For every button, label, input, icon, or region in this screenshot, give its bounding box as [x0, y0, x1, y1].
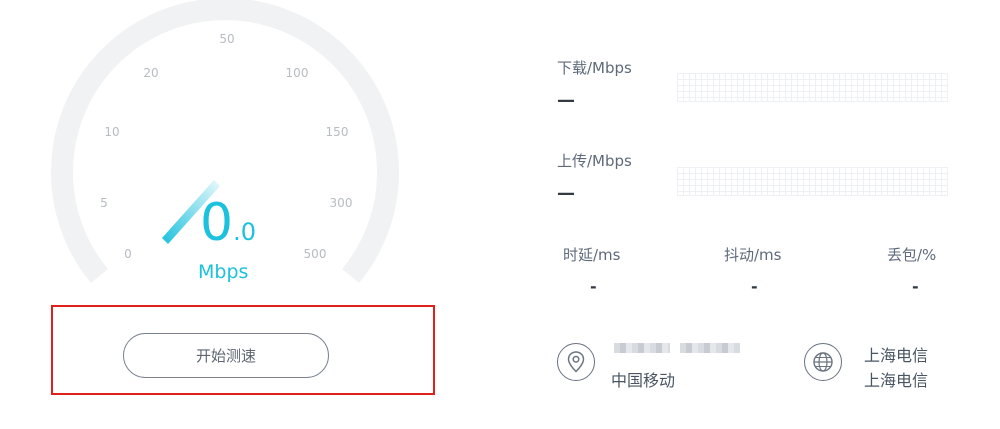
gauge-tick-label: 20 — [143, 66, 158, 80]
packet-loss-label: 丢包/% — [887, 246, 937, 264]
gauge-tick-label: 5 — [100, 196, 108, 210]
client-ip-redacted-1 — [614, 343, 670, 353]
start-test-button[interactable]: 开始测速 — [123, 333, 329, 378]
download-label: 下载/Mbps — [557, 59, 632, 77]
gauge-tick-label: 150 — [326, 125, 349, 139]
gauge-tick-label: 300 — [330, 196, 353, 210]
client-ip-redacted-2 — [680, 343, 740, 353]
gauge-tick-label: 0 — [124, 247, 132, 261]
speed-decimal: .0 — [233, 218, 256, 246]
client-isp: 中国移动 — [611, 371, 676, 390]
jitter-value: - — [751, 277, 758, 296]
latency-value: - — [590, 277, 597, 296]
jitter-label: 抖动/ms — [724, 246, 782, 264]
gauge-tick-label: 500 — [304, 247, 327, 261]
server-name[interactable]: 上海电信 — [864, 342, 928, 366]
download-graph — [677, 73, 948, 102]
download-value: — — [557, 90, 575, 111]
upload-value: — — [557, 183, 575, 204]
globe-icon[interactable] — [804, 343, 842, 381]
gauge-tick-label: 50 — [219, 32, 234, 46]
upload-graph — [677, 167, 948, 196]
speed-gauge: 0 5 10 20 50 100 150 300 500 — [51, 0, 399, 283]
gauge-tick-label: 100 — [286, 66, 309, 80]
upload-label: 上传/Mbps — [557, 152, 632, 170]
location-pin-icon — [557, 343, 595, 381]
speed-integer: 0 — [200, 193, 234, 253]
packet-loss-value: - — [912, 277, 919, 296]
speed-readout: 0.0 — [200, 197, 256, 249]
speed-unit-label: Mbps — [198, 261, 249, 283]
server-isp: 上海电信 — [864, 371, 929, 390]
gauge-tick-label: 10 — [104, 125, 119, 139]
latency-label: 时延/ms — [563, 246, 621, 264]
